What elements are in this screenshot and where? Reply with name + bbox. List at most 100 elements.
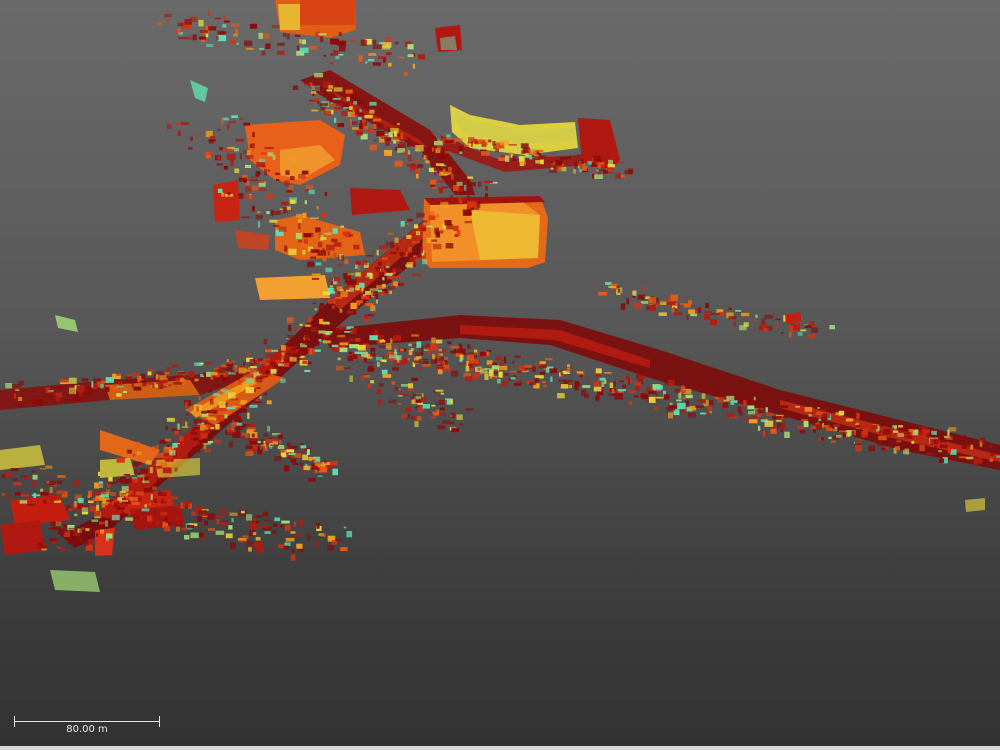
point-cluster [389, 241, 395, 248]
point-cluster [336, 335, 346, 338]
point-cluster [540, 371, 545, 375]
point-cluster [479, 351, 487, 357]
point-cluster [335, 55, 340, 60]
point-cluster [250, 522, 259, 529]
point-cluster [40, 468, 46, 470]
point-cluster [759, 323, 768, 329]
point-cluster [426, 147, 436, 154]
point-cluster [420, 247, 423, 253]
point-cluster [246, 424, 256, 427]
point-cluster [249, 358, 255, 362]
point-cluster [81, 507, 89, 513]
point-cluster [346, 296, 355, 299]
point-cluster [147, 371, 152, 376]
point-cluster [210, 374, 214, 380]
point-cluster [329, 97, 334, 103]
point-cluster [723, 399, 730, 402]
point-cluster [443, 367, 452, 372]
point-cluster [878, 430, 882, 434]
point-cluster [430, 359, 438, 364]
point-cluster [158, 22, 162, 26]
point-cluster [503, 373, 509, 376]
point-cluster [399, 251, 406, 256]
point-cluster [278, 363, 285, 367]
point-cluster [622, 384, 626, 389]
point-cluster [56, 386, 64, 388]
point-cluster [208, 26, 217, 31]
point-cluster [675, 388, 680, 393]
point-cluster [194, 378, 199, 382]
point-cluster [277, 50, 285, 55]
point-cluster [180, 122, 190, 125]
point-cluster [839, 430, 846, 433]
point-cluster [406, 142, 412, 147]
point-cluster [415, 231, 421, 236]
point-cluster [816, 411, 823, 415]
point-cluster [266, 438, 274, 444]
point-cluster [288, 346, 296, 349]
point-cluster [882, 428, 892, 436]
point-cluster [246, 350, 249, 356]
point-cluster [934, 446, 937, 449]
point-cluster [121, 500, 128, 502]
point-cluster [855, 425, 861, 428]
point-cluster [175, 121, 179, 125]
point-cluster [413, 360, 421, 364]
point-cluster [166, 417, 175, 422]
point-cluster [394, 41, 399, 45]
point-cluster [349, 344, 358, 349]
point-cluster [377, 289, 382, 293]
point-cluster [290, 531, 296, 534]
point-cluster [439, 413, 446, 416]
point-cluster [373, 124, 377, 129]
point-cluster [586, 378, 589, 382]
point-cluster [734, 396, 742, 400]
point-cluster [121, 486, 129, 492]
point-cluster [379, 245, 388, 249]
point-cluster [214, 17, 222, 20]
point-cluster [412, 63, 416, 69]
point-cluster [334, 107, 343, 110]
point-cluster [231, 115, 238, 119]
point-cluster [226, 124, 230, 130]
point-cluster [314, 308, 317, 311]
point-cluster [680, 303, 688, 305]
point-cluster [299, 462, 304, 467]
point-cluster [328, 278, 332, 282]
point-cluster [420, 396, 427, 402]
point-cluster [948, 459, 954, 463]
point-cluster [374, 329, 379, 335]
point-cluster [406, 262, 414, 268]
point-cluster [131, 502, 140, 506]
point-cluster [397, 395, 403, 397]
point-cluster [91, 519, 99, 522]
point-cluster [390, 251, 397, 254]
point-cluster [277, 434, 283, 439]
point-cluster [302, 360, 307, 364]
point-cluster [367, 314, 375, 317]
point-cloud-render[interactable] [0, 0, 1000, 750]
point-cluster [213, 384, 220, 387]
point-cluster [159, 462, 167, 467]
point-cluster [358, 356, 364, 360]
point-cluster [366, 329, 374, 331]
point-cluster [502, 380, 508, 387]
point-cluster [560, 369, 563, 376]
point-cluster [406, 223, 410, 225]
point-cluster [809, 321, 815, 327]
point-cluster [257, 211, 261, 214]
point-cluster [480, 368, 488, 374]
point-cluster [123, 474, 130, 476]
point-cluster [56, 490, 65, 494]
point-cluster [319, 303, 324, 307]
point-cluster [192, 34, 197, 41]
point-cluster [765, 407, 768, 413]
point-cluster [247, 438, 257, 442]
point-cluster [303, 465, 311, 471]
point-cluster [267, 152, 274, 157]
point-cluster [233, 33, 238, 37]
point-cluster [789, 331, 792, 338]
point-cluster [465, 365, 470, 372]
point-cloud-viewport[interactable]: 80.00 m [0, 0, 1000, 750]
point-cluster [914, 429, 918, 434]
